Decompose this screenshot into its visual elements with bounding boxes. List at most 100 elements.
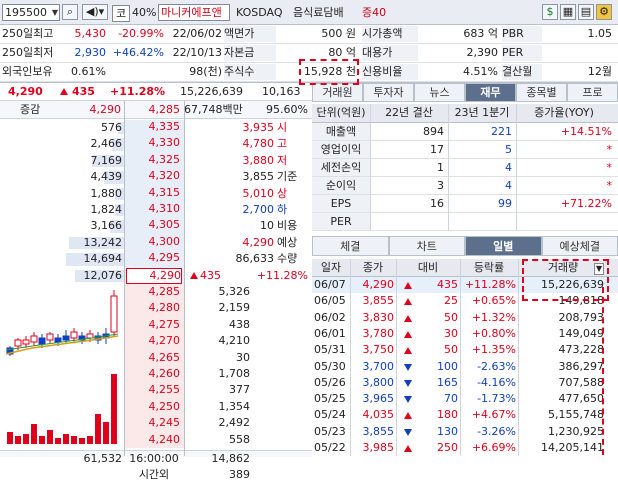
ask-qty: 1,880 [60,186,122,202]
dropdown-arrow-icon[interactable]: ▼ [52,5,58,20]
ask-price[interactable]: 4,330 [126,136,180,150]
tab-3[interactable]: 뉴스 [414,83,465,102]
bid-price[interactable]: 4,270 [126,333,180,349]
down-arrow-icon [404,429,412,436]
volume-bar [95,414,101,444]
daily-date[interactable]: 06/01 [314,326,348,342]
daily-date[interactable]: 05/31 [314,342,348,358]
ask-price[interactable]: 4,325 [126,153,180,167]
candle-body [55,338,61,342]
daily-date[interactable]: 06/07 [314,277,348,293]
daily-header-cell: 등락률 [460,260,518,275]
fin-cell-yoy: +14.51% [516,123,612,140]
daily-date[interactable]: 05/23 [314,424,348,440]
up-arrow-icon [404,331,412,338]
bid-qty: 558 [184,432,250,448]
volume-bar [23,434,29,444]
daily-tab-1[interactable]: 체결 [312,236,389,256]
down-arrow-icon [404,380,412,387]
fin-cell-yoy: +71.22% [516,195,612,212]
candle-body [71,332,77,338]
volume-bar [39,436,45,444]
ask-price[interactable]: 4,335 [126,120,180,134]
bid-price[interactable]: 4,240 [126,432,180,448]
mini-candle-chart [2,288,122,444]
tab-2[interactable]: 투자자 [363,83,414,102]
ask-price[interactable]: 4,295 [126,251,180,265]
daily-close: 3,985 [350,440,394,456]
ask-price[interactable]: 4,300 [126,235,180,249]
bid-price[interactable]: 4,255 [126,382,180,398]
fin-col-divider [516,104,517,231]
bid-price[interactable]: 4,250 [126,399,180,415]
candle-body [63,336,69,340]
dollar-icon[interactable]: $ [542,4,558,20]
daily-change: 25 [416,293,458,309]
ask-price[interactable]: 4,320 [126,169,180,183]
bid-qty: 2,492 [184,415,250,431]
tab-5[interactable]: 종목별 [516,83,567,102]
orderbook-header-amount: 67,748백만 [184,102,243,117]
bid-price[interactable]: 4,245 [126,415,180,431]
daily-close: 3,965 [350,391,394,407]
info-key1: 액면가 [224,26,276,42]
orderbook-divider [124,101,125,456]
daily-tab-2[interactable]: 차트 [389,236,466,256]
daily-pct: +6.69% [460,440,516,456]
bid-price[interactable]: 4,280 [126,300,180,316]
bid-price[interactable]: 4,275 [126,317,180,333]
grid-icon[interactable]: ▦ [560,4,576,20]
info-val3: 1.05 [544,26,612,42]
fin-cell: 894 [370,123,444,140]
info-val1: 500 원 [278,26,356,42]
ask-qty: 2,466 [60,136,122,152]
tab-1[interactable]: 거래원 [312,83,363,102]
ask-price[interactable]: 4,290 [126,268,182,284]
daily-tab-3[interactable]: 일별 [465,236,542,256]
fin-cell-yoy: * [516,159,612,176]
daily-col-divider [518,259,519,456]
up-arrow-icon [404,347,412,354]
info-key1: 자본금 [224,45,276,61]
daily-date[interactable]: 06/02 [314,310,348,326]
summary-label: 비용 [277,218,297,234]
daily-volume: 149,049 [518,326,604,342]
ask-price[interactable]: 4,310 [126,202,180,216]
bid-price[interactable]: 4,260 [126,366,180,382]
daily-date[interactable]: 05/30 [314,359,348,375]
code-input[interactable]: 195500 ▼ [2,4,60,21]
ask-price[interactable]: 4,315 [126,186,180,200]
daily-tab-4[interactable]: 예상체결 [542,236,618,256]
daily-date[interactable]: 05/22 [314,440,348,456]
speaker-icon[interactable]: ◀)▾ [82,4,108,20]
expected-price: 4,290 [188,235,274,251]
sector-label: 음식료담배 [293,5,344,20]
daily-change: 70 [416,391,458,407]
search-icon[interactable]: ⌕ [62,4,78,20]
daily-date[interactable]: 05/25 [314,391,348,407]
volume-bar [7,432,13,444]
bid-qty: 377 [184,382,250,398]
ask-price[interactable]: 4,305 [126,218,180,232]
tab-4[interactable]: 재무 [465,83,516,102]
bid-price[interactable]: 4,265 [126,350,180,366]
expected-qty: 86,633 [188,251,274,267]
info-key2: 시가총액 [362,26,418,42]
bid-price[interactable]: 4,285 [126,284,180,300]
ask-qty: 1,824 [60,202,122,218]
ask-qty: 14,694 [60,251,122,267]
info-label: 250일최고 [2,26,64,42]
tab-6[interactable]: 프로 [567,83,618,102]
daily-date[interactable]: 06/05 [314,293,348,309]
fin-cell: 4 [448,177,512,194]
gear-icon[interactable]: ⚙ [596,4,612,20]
daily-date[interactable]: 05/24 [314,407,348,423]
fin-row-label: 영업이익 [312,141,370,158]
total-ask: 61,532 [50,451,122,467]
daily-close: 3,830 [350,310,394,326]
daily-pct: -1.73% [460,391,516,407]
financial-table: 단위(억원)22년 결산23년 1분기증가율(YOY)매출액894221+14.… [312,104,618,232]
layout-icon[interactable]: ▤ [578,4,594,20]
daily-col-divider [350,259,351,456]
daily-date[interactable]: 05/26 [314,375,348,391]
